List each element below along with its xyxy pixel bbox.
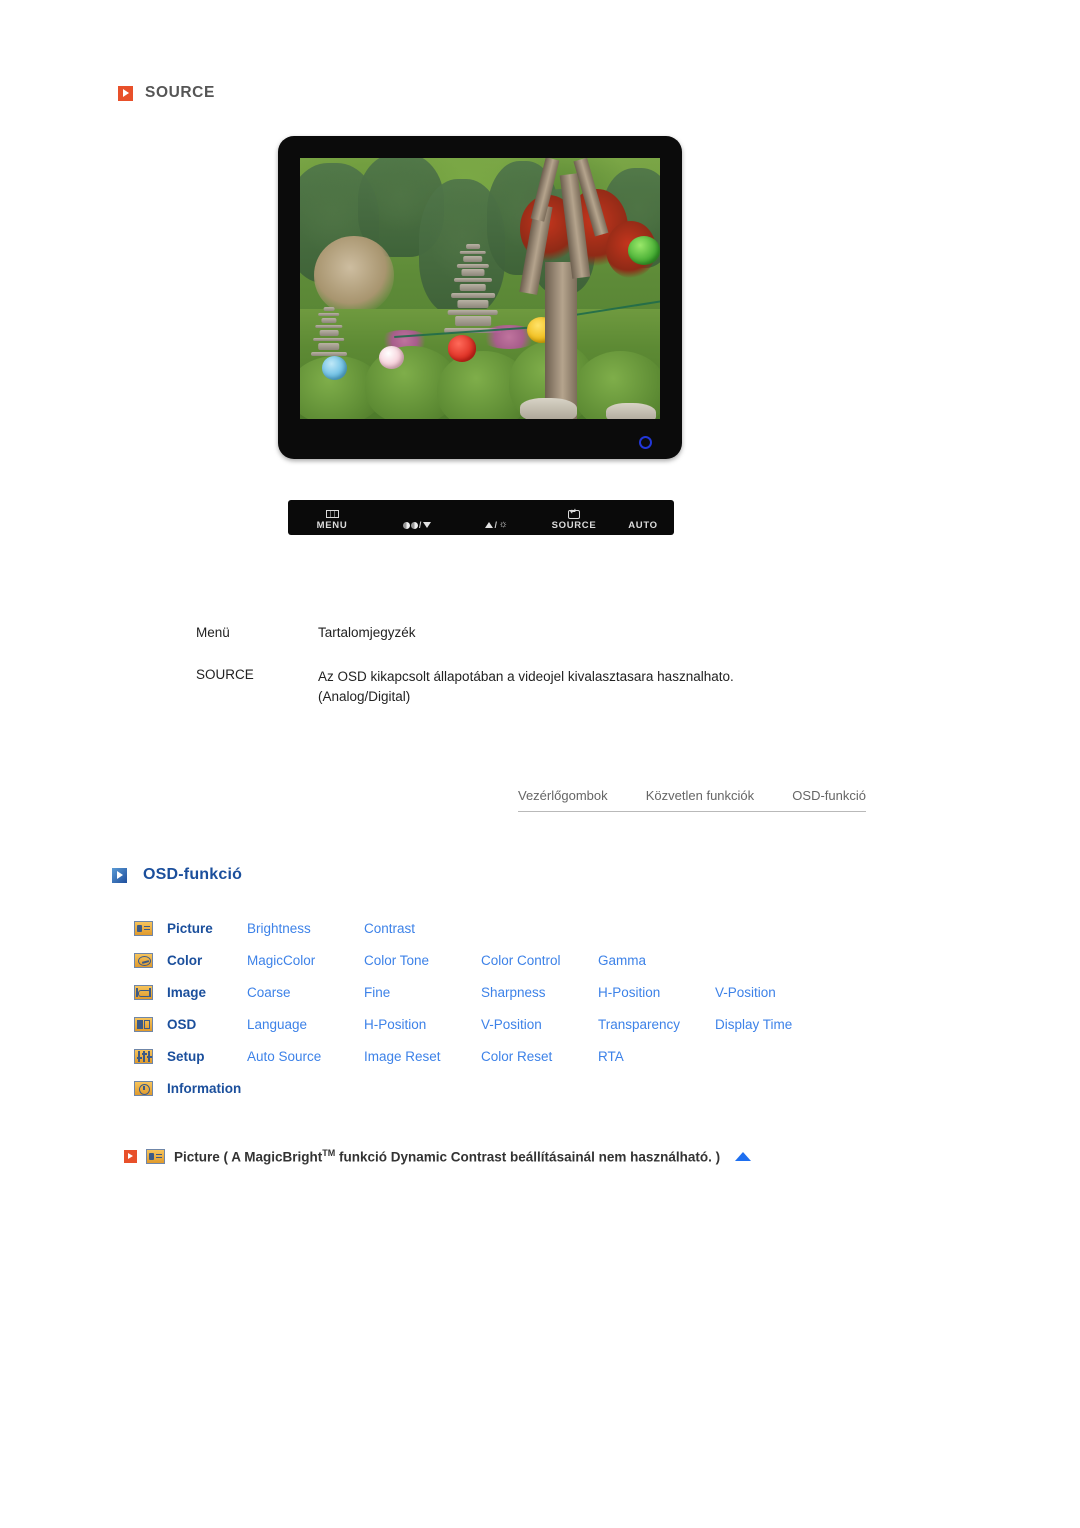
menu-button[interactable]: MENU xyxy=(288,509,376,531)
menu-description-table: Menü Tartalomjegyzék SOURCE Az OSD kikap… xyxy=(196,625,856,706)
grid-icon xyxy=(325,509,339,519)
osd-item-sharpness[interactable]: Sharpness xyxy=(481,985,598,1000)
table-header-row: Menü Tartalomjegyzék xyxy=(196,625,856,640)
osd-category-color[interactable]: Color xyxy=(167,953,247,968)
osd-section-title: OSD-funkció xyxy=(143,866,243,883)
osd-item-magiccolor[interactable]: MagicColor xyxy=(247,953,364,968)
column-header-contents: Tartalomjegyzék xyxy=(318,625,416,640)
osd-row-color: Color MagicColor Color Tone Color Contro… xyxy=(134,944,894,976)
magicbright-down-button[interactable]: / xyxy=(376,520,458,531)
osd-category-osd[interactable]: OSD xyxy=(167,1017,247,1032)
auto-button-label: AUTO xyxy=(628,520,658,531)
column-header-menu: Menü xyxy=(196,625,230,640)
orange-play-icon xyxy=(118,85,133,101)
monitor-control-button-bar: MENU / /☼ SOURCE AUTO xyxy=(288,500,674,535)
osd-item-language[interactable]: Language xyxy=(247,1017,364,1032)
up-brightness-icon: / ☼ xyxy=(485,520,508,530)
osd-category-image[interactable]: Image xyxy=(167,985,247,1000)
osd-item-osd-v-position[interactable]: V-Position xyxy=(481,1017,598,1032)
orange-play-icon xyxy=(124,1149,137,1163)
picture-icon xyxy=(134,920,153,936)
menu-button-label: MENU xyxy=(316,520,348,531)
osd-icon xyxy=(134,1016,153,1032)
osd-row-setup: Setup Auto Source Image Reset Color Rese… xyxy=(134,1040,894,1072)
auto-button[interactable]: AUTO xyxy=(612,509,674,531)
power-led-indicator xyxy=(639,436,652,449)
note-text-after: funkció Dynamic Contrast beállításainál … xyxy=(335,1149,721,1165)
up-brightness-button[interactable]: / ☼ xyxy=(458,520,536,531)
osd-item-image-v-position[interactable]: V-Position xyxy=(715,985,832,1000)
osd-section-header: OSD-funkció xyxy=(112,866,242,884)
table-row: SOURCE Az OSD kikapcsolt állapotában a v… xyxy=(196,667,856,706)
source-button-label: SOURCE xyxy=(551,520,597,531)
osd-item-rta[interactable]: RTA xyxy=(598,1049,715,1064)
osd-item-image-reset[interactable]: Image Reset xyxy=(364,1049,481,1064)
picture-icon xyxy=(146,1148,165,1164)
scroll-to-top-arrow-icon[interactable] xyxy=(735,1151,752,1161)
osd-function-grid: Picture Brightness Contrast Color MagicC… xyxy=(134,912,894,1104)
source-section-title: SOURCE xyxy=(145,84,215,101)
note-text-before: Picture ( A MagicBright xyxy=(174,1149,323,1165)
blue-play-icon xyxy=(112,867,127,883)
osd-row-information: Information xyxy=(134,1072,894,1104)
monitor-illustration xyxy=(278,136,682,459)
row-description: Az OSD kikapcsolt állapotában a videojel… xyxy=(318,667,856,706)
osd-item-color-reset[interactable]: Color Reset xyxy=(481,1049,598,1064)
nav-tab-osd-function[interactable]: OSD-funkció xyxy=(792,788,866,803)
osd-item-color-tone[interactable]: Color Tone xyxy=(364,953,481,968)
section-nav-tabs: Vezérlőgombok Közvetlen funkciók OSD-fun… xyxy=(518,788,866,812)
osd-item-image-h-position[interactable]: H-Position xyxy=(598,985,715,1000)
osd-item-fine[interactable]: Fine xyxy=(364,985,481,1000)
enter-icon xyxy=(568,508,580,519)
osd-row-osd: OSD Language H-Position V-Position Trans… xyxy=(134,1008,894,1040)
osd-item-transparency[interactable]: Transparency xyxy=(598,1017,715,1032)
information-icon xyxy=(134,1080,153,1096)
osd-item-display-time[interactable]: Display Time xyxy=(715,1017,832,1032)
osd-item-coarse[interactable]: Coarse xyxy=(247,985,364,1000)
garden-photo xyxy=(300,158,660,419)
row-menu-name: SOURCE xyxy=(196,667,254,682)
monitor-screen xyxy=(300,158,660,419)
osd-item-osd-h-position[interactable]: H-Position xyxy=(364,1017,481,1032)
row-description-line1: Az OSD kikapcsolt állapotában a videojel… xyxy=(318,669,734,684)
image-icon xyxy=(134,984,153,1000)
picture-note-line: Picture ( A MagicBrightTM funkció Dynami… xyxy=(124,1148,752,1165)
picture-note-text: Picture ( A MagicBrightTM funkció Dynami… xyxy=(174,1148,720,1165)
nav-tab-direct-functions[interactable]: Közvetlen funkciók xyxy=(646,788,754,803)
note-trademark: TM xyxy=(322,1148,336,1158)
osd-category-picture[interactable]: Picture xyxy=(167,921,247,936)
osd-row-image: Image Coarse Fine Sharpness H-Position V… xyxy=(134,976,894,1008)
source-section-header: SOURCE xyxy=(118,84,215,102)
magicbright-down-icon: / xyxy=(402,520,432,530)
row-description-line2: (Analog/Digital) xyxy=(318,688,411,704)
nav-tab-control-buttons[interactable]: Vezérlőgombok xyxy=(518,788,608,803)
osd-item-auto-source[interactable]: Auto Source xyxy=(247,1049,364,1064)
osd-item-contrast[interactable]: Contrast xyxy=(364,921,481,936)
osd-item-brightness[interactable]: Brightness xyxy=(247,921,364,936)
color-icon xyxy=(134,952,153,968)
osd-category-information[interactable]: Information xyxy=(167,1081,307,1096)
source-button[interactable]: SOURCE xyxy=(536,508,612,532)
osd-row-picture: Picture Brightness Contrast xyxy=(134,912,894,944)
osd-item-color-control[interactable]: Color Control xyxy=(481,953,598,968)
osd-category-setup[interactable]: Setup xyxy=(167,1049,247,1064)
setup-icon xyxy=(134,1048,153,1064)
osd-item-gamma[interactable]: Gamma xyxy=(598,953,715,968)
